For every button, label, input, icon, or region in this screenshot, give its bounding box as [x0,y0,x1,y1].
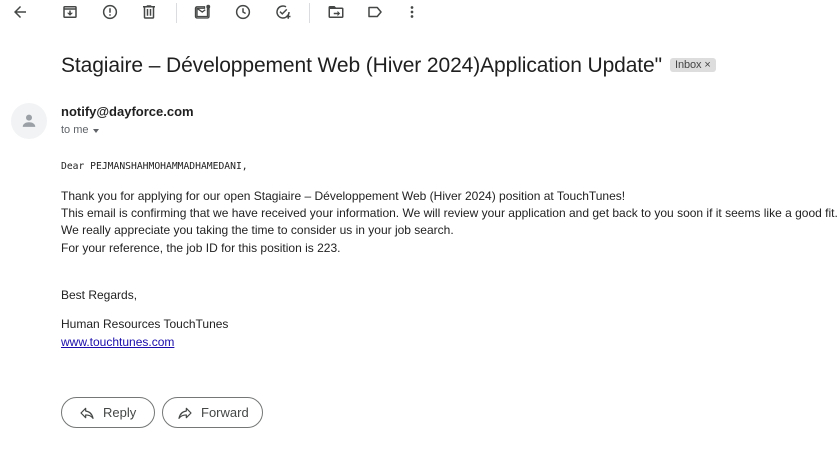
reply-icon [80,407,94,419]
forward-label: Forward [201,405,249,420]
email-subject: Stagiaire – Développement Web (Hiver 202… [61,54,716,78]
snooze-icon[interactable] [233,2,253,22]
website-link[interactable]: www.touchtunes.com [61,334,174,351]
add-to-tasks-icon[interactable] [273,2,293,22]
back-arrow-icon[interactable] [10,2,30,22]
body-line-2: This email is confirming that we have re… [61,206,838,220]
remove-label-icon[interactable]: × [704,59,710,71]
label-text: Inbox [674,59,702,71]
forward-button[interactable]: Forward [162,397,263,428]
closing: Best Regards, [61,288,138,302]
reply-button[interactable]: Reply [61,397,155,428]
signature: Human Resources TouchTunes [61,317,229,331]
avatar[interactable] [11,103,47,139]
greeting: Dear PEJMANSHAHMOHAMMADHAMEDANI, [61,161,248,172]
body-line-3: We really appreciate you taking the time… [61,223,454,237]
sender-email[interactable]: notify@dayforce.com [61,104,194,119]
delete-icon[interactable] [139,2,159,22]
recipient-line: to me [61,124,99,136]
mark-unread-icon[interactable] [193,2,213,22]
label-icon[interactable] [365,2,385,22]
subject-text: Stagiaire – Développement Web (Hiver 202… [61,54,662,77]
person-icon [22,114,36,127]
reply-label: Reply [103,405,137,420]
forward-icon [178,407,192,419]
email-toolbar [0,0,838,26]
toolbar-divider [176,3,177,23]
move-to-icon[interactable] [326,2,346,22]
body-line-1: Thank you for applying for our open Stag… [61,189,626,203]
show-details-caret-icon[interactable] [92,129,99,133]
recipient-text: to me [61,124,89,136]
toolbar-divider [309,3,310,23]
body-line-4: For your reference, the job ID for this … [61,241,341,255]
inbox-label-chip[interactable]: Inbox × [669,58,716,72]
report-spam-icon[interactable] [100,2,120,22]
archive-icon[interactable] [60,2,80,22]
more-options-icon[interactable] [402,2,422,22]
